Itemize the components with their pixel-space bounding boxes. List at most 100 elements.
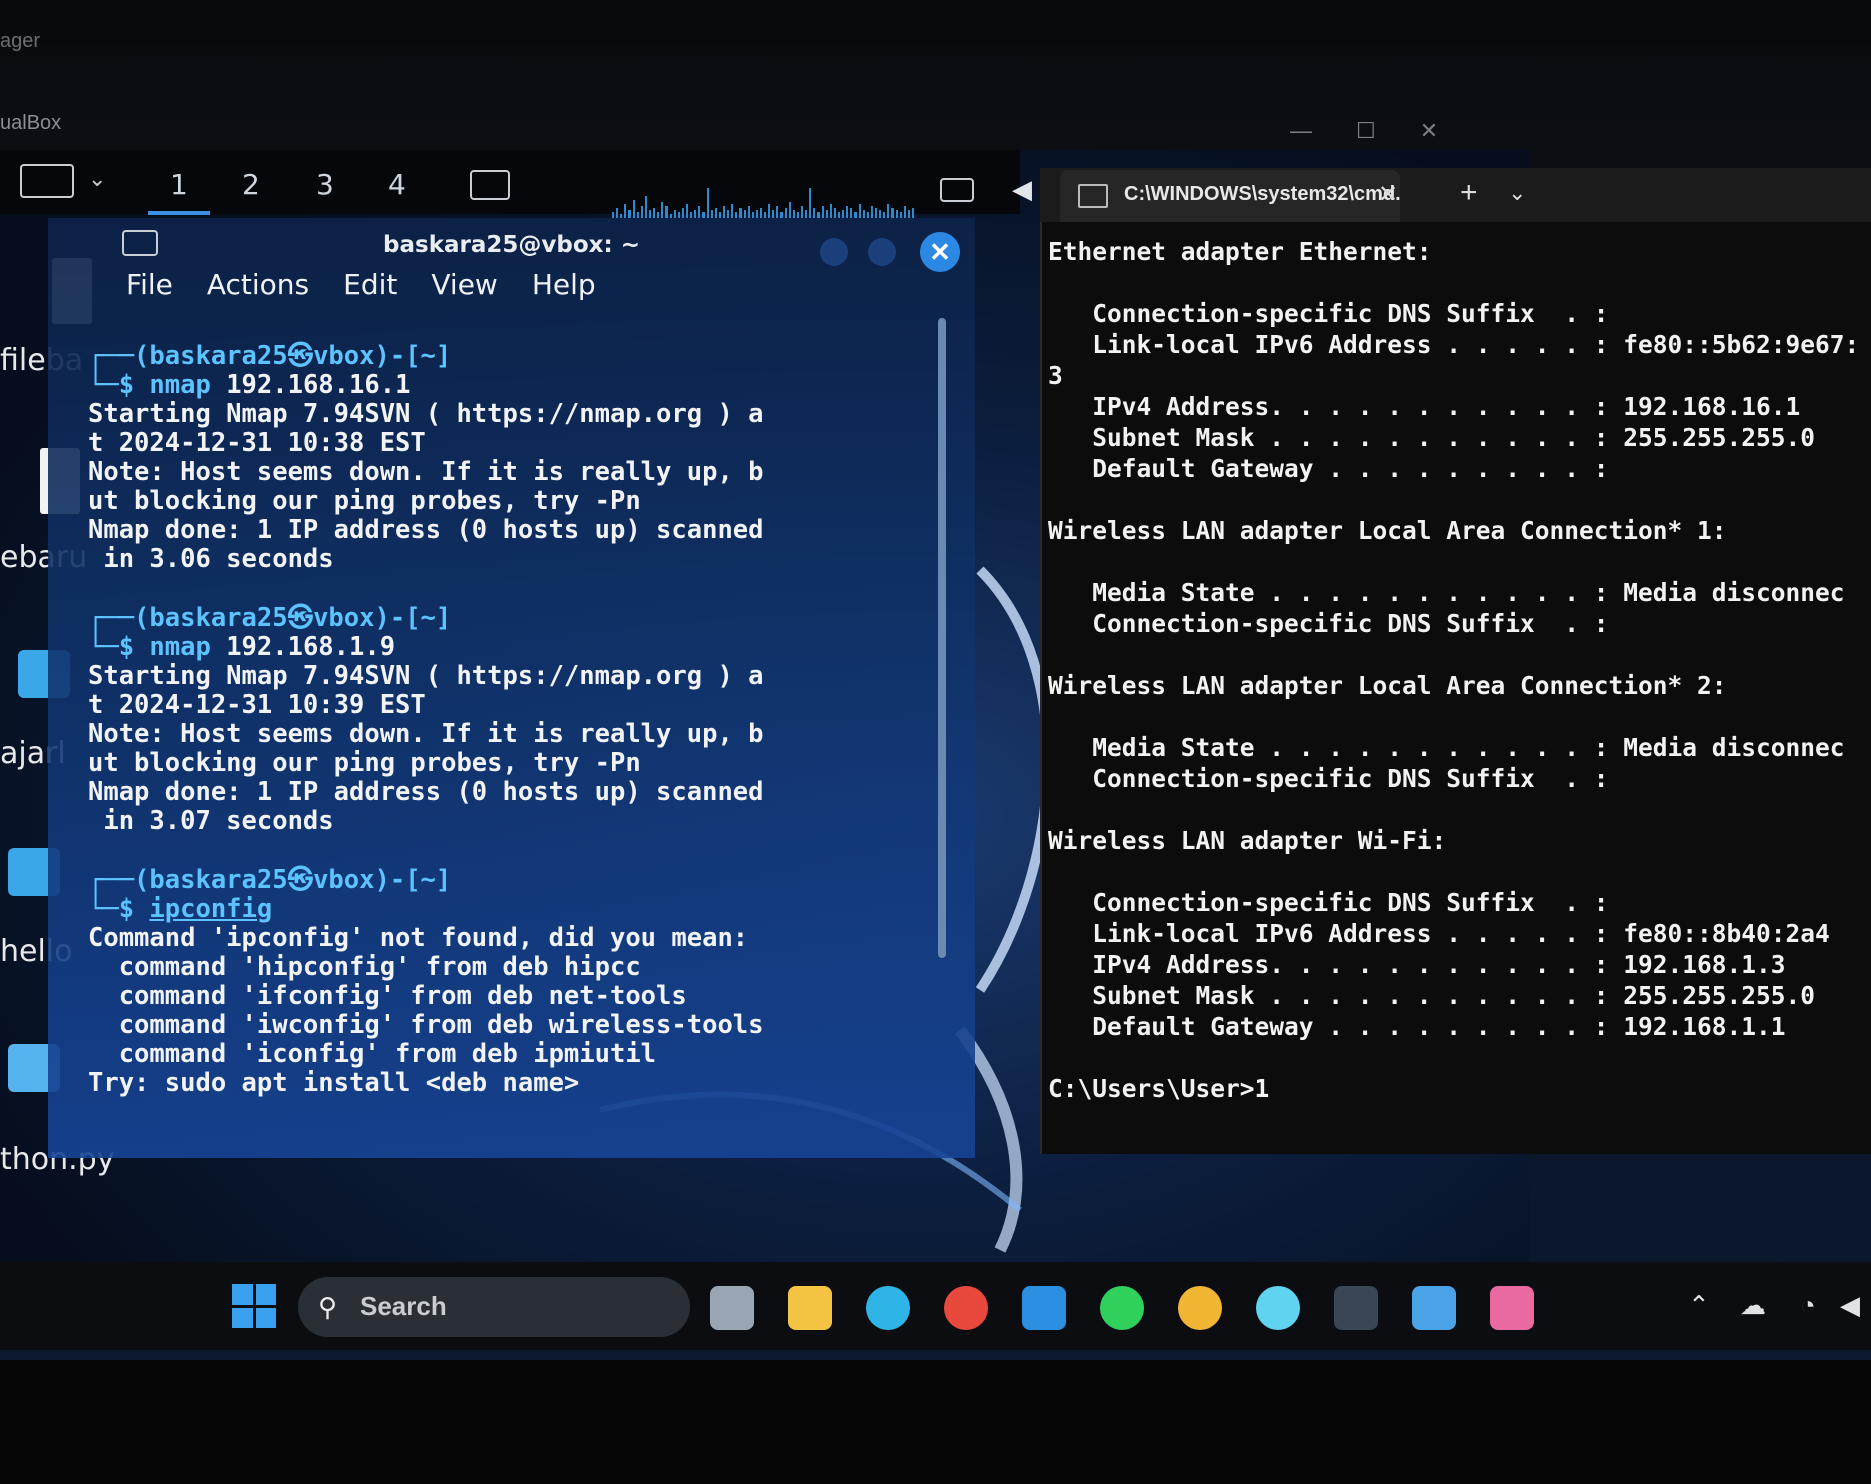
virtualbox-window-controls: — ☐ ✕ — [1290, 118, 1438, 144]
output-line: Note: Host seems down. If it is really u… — [88, 719, 764, 749]
cmd-output-line — [1048, 546, 1868, 577]
shell-prompt: ┌──(baskara25㉿vbox)-[~] — [88, 865, 452, 895]
minimize-icon[interactable]: — — [1290, 118, 1312, 144]
workspace-2[interactable]: 2 — [242, 168, 260, 201]
close-button[interactable]: ✕ — [920, 232, 960, 272]
windows-taskbar — [0, 1262, 1871, 1350]
cmd-output-line: Default Gateway . . . . . . . . . : — [1048, 454, 1609, 483]
cmd-tab[interactable]: C:\WINDOWS\system32\cmd. ✕ — [1060, 170, 1401, 222]
cpu-bar — [805, 210, 808, 218]
file-explorer-icon[interactable] — [788, 1286, 832, 1330]
close-icon[interactable]: ✕ — [1420, 118, 1438, 144]
windows-start-icon[interactable] — [232, 1284, 276, 1328]
cpu-bar — [644, 196, 647, 218]
chevron-up-icon[interactable]: ⌃ — [1688, 1290, 1710, 1321]
cmd-output-line — [1048, 856, 1868, 887]
terminal-task-icon[interactable] — [470, 170, 510, 200]
menu-edit[interactable]: Edit — [343, 268, 397, 301]
cpu-bar — [739, 208, 742, 218]
cmd-output-line — [1048, 794, 1868, 825]
cpu-bar — [624, 204, 627, 218]
cpu-bar — [755, 210, 758, 218]
minimize-button[interactable] — [820, 238, 848, 266]
paint-app-icon[interactable] — [1490, 1286, 1534, 1330]
cmd-tabbar: C:\WINDOWS\system32\cmd. ✕ + ⌄ — [1040, 168, 1871, 222]
menu-view[interactable]: View — [431, 268, 497, 301]
cpu-bar — [833, 208, 837, 218]
kali-terminal-window[interactable]: baskara25@vbox: ~ ✕ File Actions Edit Vi… — [48, 218, 975, 1158]
kali-terminal-output[interactable]: ┌──(baskara25㉿vbox)-[~] └─$ nmap 192.168… — [88, 342, 968, 1098]
shell-prompt: ┌──(baskara25㉿vbox)-[~] — [88, 603, 452, 633]
command-line: └─$ ipconfig — [88, 895, 968, 924]
cpu-bar — [731, 204, 734, 218]
cpu-bar — [743, 210, 746, 218]
cpu-bar — [788, 202, 791, 218]
cpu-bar — [875, 208, 878, 218]
cmd-output-line — [1048, 701, 1868, 732]
virtualbox-icon[interactable] — [1412, 1286, 1456, 1330]
command-line: └─$ nmap 192.168.16.1 — [88, 371, 968, 400]
cpu-bar — [825, 210, 828, 218]
cmd-prompt[interactable]: C:\Users\User>1 — [1048, 1073, 1868, 1104]
new-tab-icon[interactable]: + — [1460, 176, 1478, 210]
cpu-bar — [870, 206, 873, 218]
kali-menu-icon[interactable] — [20, 164, 74, 198]
cpu-bar — [714, 208, 717, 218]
vscode-icon[interactable] — [1022, 1286, 1066, 1330]
cpu-bar — [907, 210, 910, 218]
workspace-3[interactable]: 3 — [316, 168, 334, 201]
cmd-output-line: Link-local IPv6 Address . . . . . : fe80… — [1048, 330, 1860, 359]
task-view-icon[interactable] — [710, 1286, 754, 1330]
cpu-bar — [850, 208, 853, 218]
prompt-symbol: └─$ — [88, 370, 150, 400]
maximize-button[interactable] — [868, 238, 896, 266]
cmd-output-line — [1048, 267, 1868, 298]
cpu-graph — [612, 182, 915, 218]
command-args: 192.168.1.9 — [210, 632, 396, 662]
cmd-output[interactable]: Ethernet adapter Ethernet: Connection-sp… — [1048, 236, 1868, 1104]
volume-icon[interactable]: ◀ — [1012, 174, 1032, 205]
maximize-icon[interactable]: ☐ — [1356, 118, 1376, 144]
edge-icon[interactable] — [866, 1286, 910, 1330]
circle-app-icon[interactable] — [1256, 1286, 1300, 1330]
cloud-icon[interactable]: ☁ — [1740, 1290, 1766, 1321]
cmd-output-line: Subnet Mask . . . . . . . . . . . : 255.… — [1048, 423, 1816, 452]
chevron-down-icon[interactable]: ⌄ — [1508, 180, 1526, 206]
chevron-down-icon[interactable]: ⌄ — [88, 166, 106, 192]
cpu-bar — [768, 204, 771, 218]
output-line: ut blocking our ping probes, try -Pn — [88, 486, 641, 516]
whatsapp-icon[interactable] — [1100, 1286, 1144, 1330]
output-line: command 'ifconfig' from deb net-tools — [88, 981, 687, 1011]
workspace-1[interactable]: 1 — [148, 168, 210, 215]
cpu-bar — [813, 208, 816, 218]
search-input[interactable] — [298, 1277, 690, 1337]
cmd-output-line: Subnet Mask . . . . . . . . . . . : 255.… — [1048, 981, 1816, 1010]
chrome-icon[interactable] — [944, 1286, 988, 1330]
output-line: Starting Nmap 7.94SVN ( https://nmap.org… — [88, 399, 764, 429]
cpu-bar — [681, 208, 684, 218]
speaker-icon[interactable]: ◀ — [1840, 1290, 1860, 1321]
workspace-4[interactable]: 4 — [388, 168, 406, 201]
cpu-bar — [809, 188, 812, 218]
cpu-bar — [673, 210, 676, 218]
cmd-tab-title: C:\WINDOWS\system32\cmd. — [1124, 183, 1401, 205]
close-tab-icon[interactable]: ✕ — [1378, 180, 1398, 209]
host-window-title: ager — [0, 30, 41, 52]
virtualbox-window-title: ualBox — [0, 112, 62, 134]
terminal-icon[interactable] — [1334, 1286, 1378, 1330]
kali-terminal-titlebar[interactable]: baskara25@vbox: ~ ✕ — [48, 218, 975, 274]
cpu-bar — [648, 210, 652, 218]
menu-file[interactable]: File — [126, 268, 173, 301]
menu-help[interactable]: Help — [532, 268, 596, 301]
chrome-alt-icon[interactable] — [1178, 1286, 1222, 1330]
cpu-bar — [661, 202, 664, 218]
cpu-bar — [616, 208, 619, 218]
cmd-output-line — [1048, 639, 1868, 670]
menu-actions[interactable]: Actions — [207, 268, 309, 301]
output-line: Starting Nmap 7.94SVN ( https://nmap.org… — [88, 661, 764, 691]
display-icon[interactable] — [940, 178, 974, 202]
wifi-icon[interactable]: ◔ — [1800, 1290, 1816, 1321]
search-icon: ⚲ — [318, 1292, 338, 1322]
search-placeholder: Search — [360, 1291, 447, 1321]
cpu-bar — [858, 204, 861, 218]
